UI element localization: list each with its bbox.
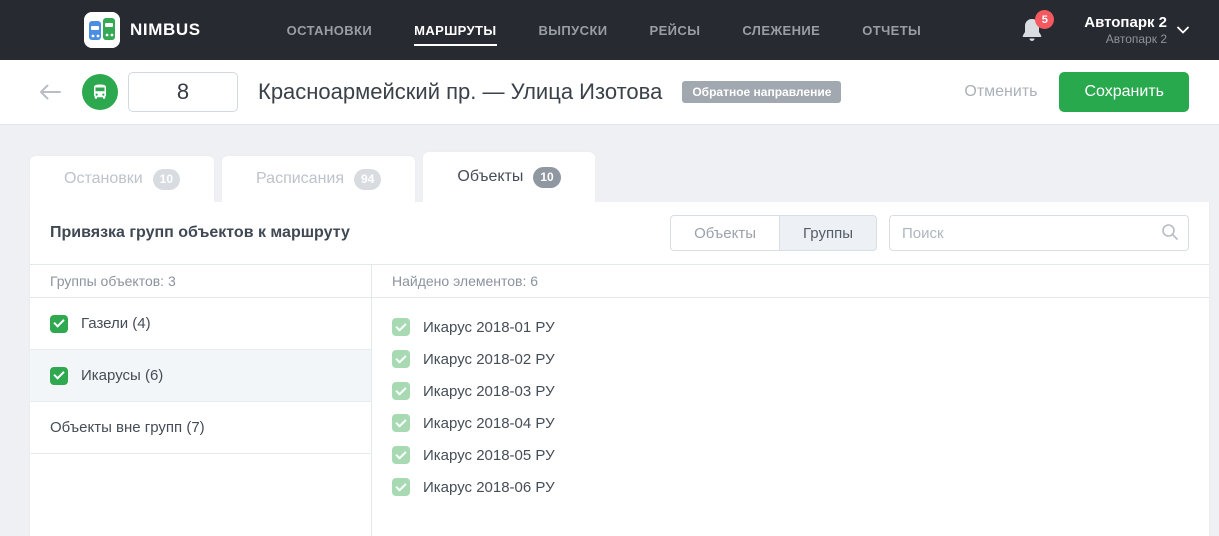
checkbox-checked-muted-icon[interactable]: [392, 382, 410, 400]
search-input[interactable]: [889, 215, 1189, 251]
chevron-down-icon: [1177, 26, 1189, 34]
tab-objects[interactable]: Объекты 10: [423, 152, 595, 202]
account-texts: Автопарк 2 Автопарк 2: [1084, 14, 1167, 46]
toggle-groups-button[interactable]: Группы: [779, 215, 877, 251]
groups-column: Группы объектов: 3 Газели (4) Икарусы (6…: [30, 265, 372, 536]
group-row-ungrouped[interactable]: Объекты вне групп (7): [30, 402, 371, 454]
object-label: Икарус 2018-04 РУ: [423, 414, 555, 432]
object-label: Икарус 2018-03 РУ: [423, 382, 555, 400]
route-type-bus-icon: [82, 74, 118, 110]
nav-item-outputs[interactable]: ВЫПУСКИ: [539, 15, 608, 46]
main-nav: ОСТАНОВКИ МАРШРУТЫ ВЫПУСКИ РЕЙСЫ СЛЕЖЕНИ…: [287, 15, 922, 46]
app-window: NIMBUS ОСТАНОВКИ МАРШРУТЫ ВЫПУСКИ РЕЙСЫ …: [0, 0, 1219, 536]
group-label: Газели (4): [81, 315, 151, 332]
checkbox-checked-muted-icon[interactable]: [392, 446, 410, 464]
direction-badge: Обратное направление: [682, 81, 842, 103]
objects-panel: Привязка групп объектов к маршруту Объек…: [30, 202, 1209, 536]
list-item: Икарус 2018-02 РУ: [372, 343, 1209, 375]
group-row-gazeli[interactable]: Газели (4): [30, 298, 371, 350]
elements-column-header: Найдено элементов: 6: [372, 265, 1209, 298]
group-row-ikarusy[interactable]: Икарусы (6): [30, 350, 371, 402]
notifications-button[interactable]: 5: [1020, 10, 1055, 44]
brand-name: NIMBUS: [130, 20, 201, 39]
nav-item-stops[interactable]: ОСТАНОВКИ: [287, 15, 372, 46]
tab-stops-label: Остановки: [64, 170, 143, 187]
tab-stops[interactable]: Остановки 10: [30, 156, 215, 202]
nimbus-logo-icon: [84, 12, 120, 48]
tab-objects-count-badge: 10: [533, 166, 561, 188]
route-tabs: Остановки 10 Расписания 94 Объекты 10: [0, 125, 1219, 202]
tab-stops-count-badge: 10: [152, 168, 181, 190]
tab-objects-label: Объекты: [457, 168, 524, 185]
tab-schedules[interactable]: Расписания 94: [222, 156, 416, 202]
top-navigation-bar: NIMBUS ОСТАНОВКИ МАРШРУТЫ ВЫПУСКИ РЕЙСЫ …: [0, 0, 1219, 60]
checkbox-checked-icon[interactable]: [50, 314, 68, 333]
groups-column-header: Группы объектов: 3: [30, 265, 371, 298]
route-header-bar: Красноармейский пр. — Улица Изотова Обра…: [0, 60, 1219, 125]
group-label: Икарусы (6): [81, 367, 164, 384]
arrow-left-icon: [40, 84, 61, 100]
topbar-right: 5 Автопарк 2 Автопарк 2: [1020, 10, 1189, 46]
panel-columns: Группы объектов: 3 Газели (4) Икарусы (6…: [30, 264, 1209, 536]
bus-icon: [94, 84, 106, 99]
checkbox-checked-muted-icon[interactable]: [392, 350, 410, 368]
elements-column: Найдено элементов: 6 Икарус 2018-01 РУ И…: [372, 265, 1209, 536]
account-name: Автопарк 2: [1084, 14, 1167, 31]
elements-list: Икарус 2018-01 РУ Икарус 2018-02 РУ Икар…: [372, 298, 1209, 503]
nav-item-tracking[interactable]: СЛЕЖЕНИЕ: [742, 15, 820, 46]
account-subtitle: Автопарк 2: [1105, 32, 1167, 46]
panel-controls: Объекты Группы: [670, 215, 1189, 251]
tab-schedules-count-badge: 94: [354, 168, 382, 190]
nav-item-reports[interactable]: ОТЧЕТЫ: [862, 15, 921, 46]
nav-item-trips[interactable]: РЕЙСЫ: [650, 15, 701, 46]
panel-header: Привязка групп объектов к маршруту Объек…: [30, 202, 1209, 264]
nav-item-routes[interactable]: МАРШРУТЫ: [414, 15, 497, 46]
list-item: Икарус 2018-03 РУ: [372, 375, 1209, 407]
panel-title: Привязка групп объектов к маршруту: [50, 224, 350, 241]
notification-count-badge: 5: [1035, 10, 1055, 29]
list-item: Икарус 2018-05 РУ: [372, 439, 1209, 471]
route-number-input[interactable]: [128, 72, 238, 112]
object-label: Икарус 2018-06 РУ: [423, 478, 555, 496]
save-button[interactable]: Сохранить: [1059, 72, 1189, 112]
route-actions: Отменить Сохранить: [964, 72, 1189, 112]
checkbox-checked-muted-icon[interactable]: [392, 478, 410, 496]
checkbox-checked-icon[interactable]: [50, 366, 68, 385]
tab-schedules-label: Расписания: [256, 170, 345, 187]
cancel-button[interactable]: Отменить: [964, 83, 1037, 101]
back-button[interactable]: [38, 79, 64, 105]
search-icon: [1162, 224, 1178, 240]
brand-logo[interactable]: NIMBUS: [84, 12, 201, 48]
route-title: Красноармейский пр. — Улица Изотова: [258, 79, 663, 104]
list-item: Икарус 2018-01 РУ: [372, 311, 1209, 343]
list-item: Икарус 2018-04 РУ: [372, 407, 1209, 439]
view-toggle-group: Объекты Группы: [670, 215, 877, 251]
search-box: [889, 215, 1189, 251]
toggle-objects-button[interactable]: Объекты: [670, 215, 780, 251]
object-label: Икарус 2018-02 РУ: [423, 350, 555, 368]
checkbox-checked-muted-icon[interactable]: [392, 414, 410, 432]
object-label: Икарус 2018-05 РУ: [423, 446, 555, 464]
account-menu[interactable]: Автопарк 2 Автопарк 2: [1084, 14, 1189, 46]
list-item: Икарус 2018-06 РУ: [372, 471, 1209, 503]
object-label: Икарус 2018-01 РУ: [423, 318, 555, 336]
group-label: Объекты вне групп (7): [50, 419, 205, 436]
checkbox-checked-muted-icon[interactable]: [392, 318, 410, 336]
